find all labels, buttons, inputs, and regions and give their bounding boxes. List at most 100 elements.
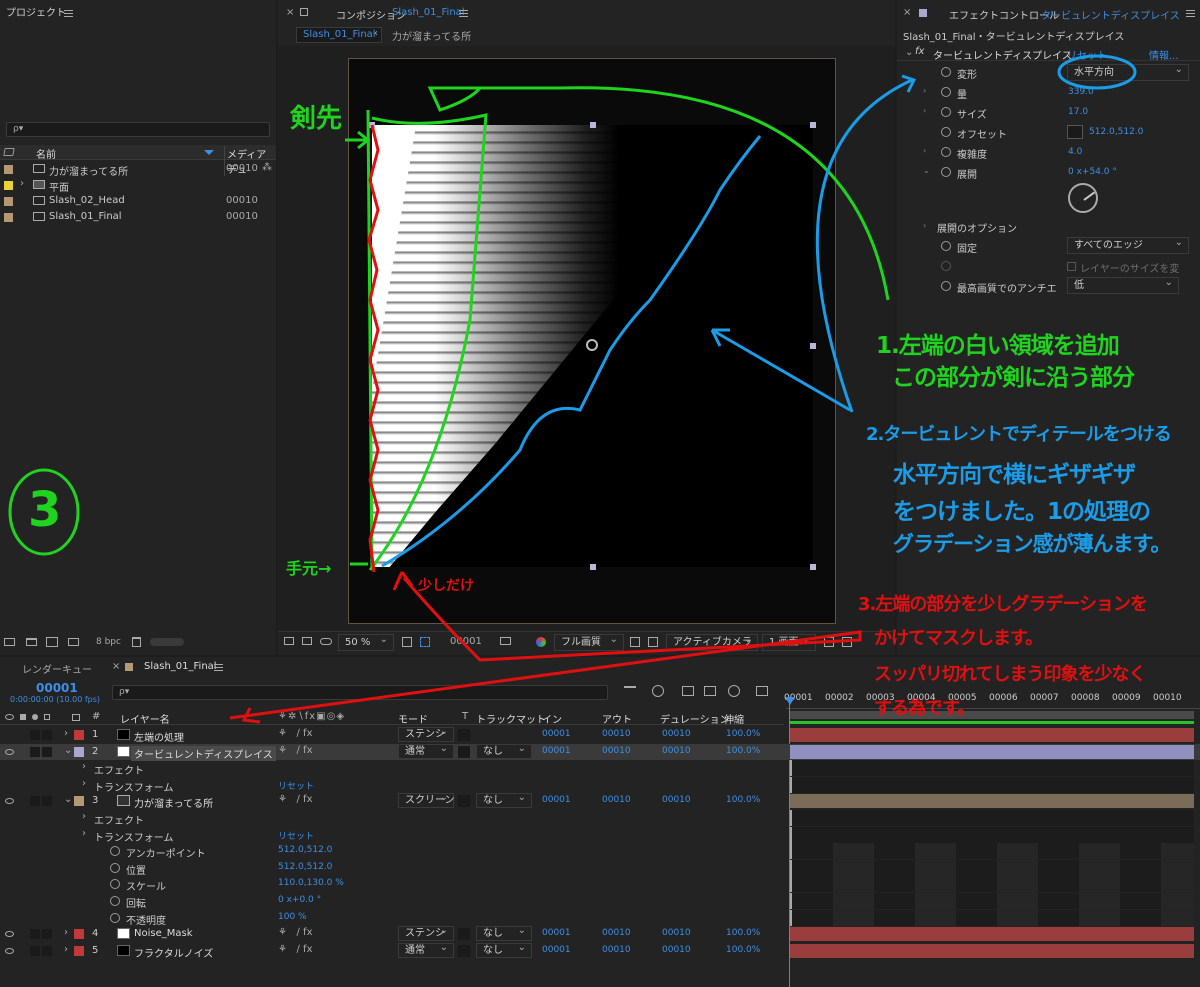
layer-in[interactable]: 00001 bbox=[542, 795, 571, 805]
comp-tab-name[interactable]: Slash_01_Final bbox=[392, 7, 465, 18]
prop-twirl-icon[interactable]: › bbox=[923, 146, 926, 155]
interpret-footage-icon[interactable] bbox=[4, 638, 15, 646]
handle-top-right[interactable] bbox=[810, 122, 816, 128]
bpc-label[interactable]: 8 bpc bbox=[96, 637, 121, 647]
pin-stopwatch-icon[interactable] bbox=[941, 241, 951, 251]
fx-pin-select[interactable]: すべてのエッジ bbox=[1067, 235, 1189, 254]
transform-property-value[interactable]: 512.0,512.0 bbox=[278, 862, 332, 872]
stopwatch-icon[interactable] bbox=[110, 862, 120, 873]
folder-expand-icon[interactable]: › bbox=[20, 178, 24, 189]
always-preview-icon[interactable] bbox=[284, 637, 294, 645]
layer-out[interactable]: 00010 bbox=[602, 746, 631, 756]
new-folder-icon[interactable] bbox=[26, 638, 37, 646]
stopwatch-icon[interactable] bbox=[110, 879, 120, 890]
prop-twirl-icon[interactable]: ⌄ bbox=[923, 166, 930, 175]
fx-menu-icon[interactable] bbox=[1186, 10, 1195, 17]
transform-property-value[interactable]: 512.0,512.0 bbox=[278, 845, 332, 855]
camera-select[interactable]: アクティブカメラ bbox=[666, 632, 758, 651]
fx-info-link[interactable]: 情報... bbox=[1149, 47, 1179, 62]
project-col-name[interactable]: 名前 bbox=[36, 146, 56, 161]
stopwatch-icon[interactable] bbox=[110, 846, 120, 857]
transparency-grid-icon[interactable] bbox=[648, 637, 658, 647]
project-item[interactable]: Slash_01_Final 00010 bbox=[0, 209, 276, 225]
preserve-transparency-toggle[interactable] bbox=[458, 729, 470, 741]
expand-icon[interactable]: › bbox=[64, 927, 68, 938]
point-picker-icon[interactable] bbox=[1067, 125, 1083, 139]
layer-out[interactable]: 00010 bbox=[602, 729, 631, 739]
lock-toggle[interactable] bbox=[42, 929, 52, 940]
project-menu-icon[interactable] bbox=[64, 10, 73, 17]
antialias-stopwatch-icon[interactable] bbox=[941, 281, 951, 291]
render-queue-tab[interactable]: レンダーキュー bbox=[22, 661, 92, 676]
transform-property-value[interactable]: 0 x+0.0 ° bbox=[278, 895, 321, 905]
layer-duration-bar[interactable] bbox=[790, 728, 1194, 742]
angle-dial[interactable] bbox=[1068, 183, 1098, 213]
property-reset-link[interactable]: リセット bbox=[278, 829, 314, 842]
property-reset-link[interactable]: リセット bbox=[278, 779, 314, 792]
lock-toggle[interactable] bbox=[42, 796, 52, 807]
layer-switches[interactable]: ⚘ ∕ fx bbox=[278, 794, 313, 805]
work-area-bar[interactable] bbox=[790, 711, 1194, 719]
trash-icon[interactable] bbox=[132, 637, 141, 647]
visibility-eye-icon[interactable] bbox=[5, 948, 14, 955]
fx-prop-value[interactable]: 512.0,512.0 bbox=[1089, 127, 1143, 137]
layer-switches[interactable]: ⚘ ∕ fx bbox=[278, 944, 313, 955]
layer-duration[interactable]: 00010 bbox=[662, 945, 691, 955]
lock-icon[interactable] bbox=[300, 8, 308, 16]
shy-icon[interactable] bbox=[682, 686, 694, 696]
solo-toggle[interactable] bbox=[30, 730, 40, 740]
project-settings-icon[interactable] bbox=[68, 638, 79, 646]
expand-icon[interactable]: › bbox=[64, 944, 68, 955]
stopwatch-icon[interactable] bbox=[941, 67, 951, 77]
visibility-eye-icon[interactable] bbox=[5, 931, 14, 938]
layer-row[interactable]: › 1 左端の処理 ⚘ ∕ fx ステンシ 00001 00010 00010 100.0% bbox=[0, 725, 1200, 744]
lock-toggle[interactable] bbox=[42, 730, 52, 740]
project-search-input[interactable]: ρ▾ bbox=[6, 122, 270, 137]
solo-toggle[interactable] bbox=[30, 746, 40, 757]
layer-label-chip[interactable] bbox=[74, 730, 84, 740]
layer-name[interactable]: タービュレントディスプレイス bbox=[131, 745, 276, 761]
layer-out[interactable]: 00010 bbox=[602, 945, 631, 955]
region-icon[interactable] bbox=[420, 637, 430, 647]
layer-label-chip[interactable] bbox=[74, 929, 84, 940]
layer-duration-bar[interactable] bbox=[790, 744, 1194, 759]
fx-reset-link[interactable]: リセット bbox=[1067, 47, 1107, 62]
quality-select[interactable]: フル画質 bbox=[554, 632, 624, 651]
mode-select[interactable]: 通常 bbox=[398, 742, 454, 759]
layer-stretch[interactable]: 100.0% bbox=[726, 945, 760, 955]
timeline-tab-name[interactable]: Slash_01_Final bbox=[144, 661, 217, 672]
layer-switches[interactable]: ⚘ ∕ fx bbox=[278, 927, 313, 938]
label-color-chip[interactable] bbox=[4, 213, 13, 222]
handle-top-left[interactable] bbox=[369, 122, 375, 128]
project-scrollbar[interactable] bbox=[150, 638, 184, 646]
project-item[interactable]: › 平面 bbox=[0, 177, 276, 194]
solo-toggle[interactable] bbox=[30, 796, 40, 807]
mask-visibility-icon[interactable] bbox=[320, 638, 332, 645]
group-twirl-icon[interactable]: › bbox=[82, 761, 86, 772]
layer-stretch[interactable]: 100.0% bbox=[726, 746, 760, 756]
layer-in[interactable]: 00001 bbox=[542, 746, 571, 756]
label-color-chip[interactable] bbox=[4, 181, 13, 190]
lock-toggle[interactable] bbox=[42, 946, 52, 957]
motion-blur-icon[interactable] bbox=[728, 685, 740, 697]
layer-label-chip[interactable] bbox=[74, 946, 84, 957]
layer-label-chip[interactable] bbox=[74, 796, 84, 807]
breadcrumb-next[interactable]: 力が溜まってる所 bbox=[392, 28, 471, 43]
graph-editor-icon[interactable] bbox=[756, 686, 768, 696]
layer-name[interactable]: Noise_Mask bbox=[134, 928, 193, 939]
layer-name[interactable]: 左端の処理 bbox=[134, 729, 184, 744]
layer-stretch[interactable]: 100.0% bbox=[726, 928, 760, 938]
timeline-close-icon[interactable]: × bbox=[112, 661, 120, 672]
mode-select[interactable]: ステンシ bbox=[398, 924, 454, 942]
fx-expand-icon[interactable]: ⌄ bbox=[905, 47, 913, 58]
col-track-matte[interactable]: トラックマット bbox=[476, 711, 546, 726]
handle-bottom-mid[interactable] bbox=[590, 564, 596, 570]
snapshot-icon[interactable] bbox=[500, 637, 511, 645]
flowchart-icon[interactable] bbox=[842, 637, 852, 647]
anchor-point-icon[interactable] bbox=[586, 339, 598, 351]
channel-icon[interactable] bbox=[536, 637, 546, 647]
preserve-transparency-toggle[interactable] bbox=[458, 795, 470, 808]
label-color-chip[interactable] bbox=[4, 165, 13, 174]
layer-in[interactable]: 00001 bbox=[542, 945, 571, 955]
stopwatch-icon[interactable] bbox=[941, 107, 951, 117]
